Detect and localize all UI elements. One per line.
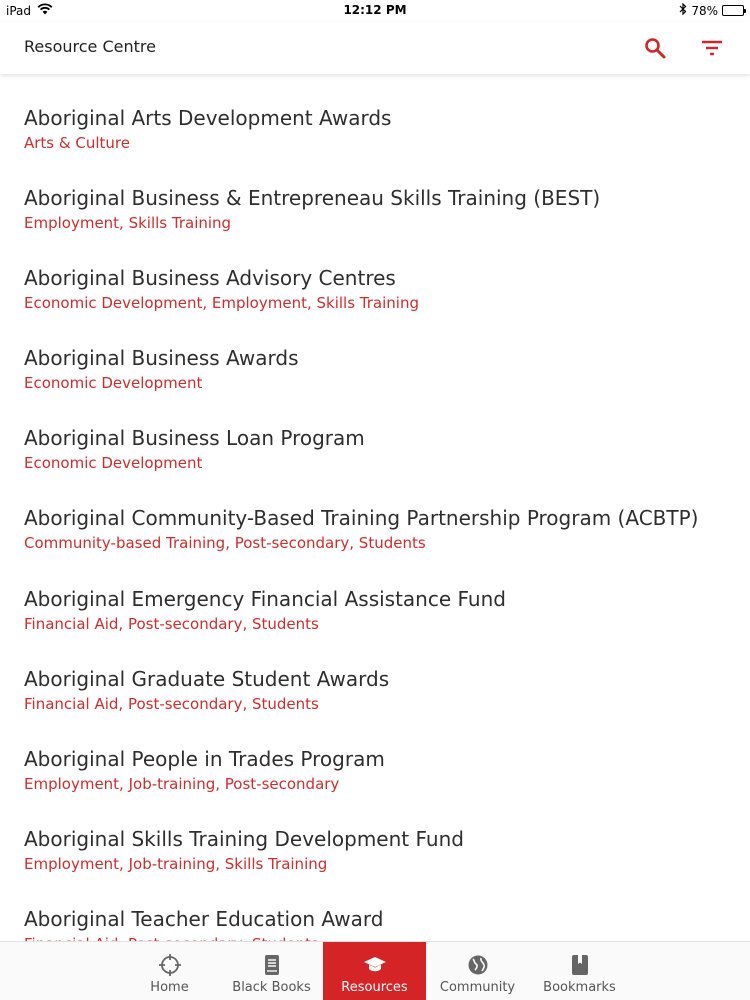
resource-item[interactable]: Aboriginal Business Advisory Centres Econ… — [24, 265, 739, 313]
page-title: Resource Centre — [24, 37, 156, 56]
battery-percent: 78% — [691, 3, 718, 18]
resource-item[interactable]: Aboriginal People in Trades Program Emplo… — [24, 746, 739, 794]
resource-categories: Financial Aid, Post-secondary, Students — [24, 695, 319, 713]
resource-item[interactable]: Aboriginal Teacher Education Award Financ… — [24, 906, 739, 941]
status-time: 12:12 PM — [343, 3, 407, 17]
resource-name: Aboriginal Graduate Student Awards — [24, 667, 390, 691]
tab-resources[interactable]: Resources — [323, 942, 426, 1000]
resource-name: Aboriginal Teacher Education Award — [24, 907, 384, 931]
search-button[interactable] — [641, 34, 669, 62]
tab-community[interactable]: Community — [426, 942, 529, 1000]
tab-label: Community — [439, 980, 516, 995]
resource-list[interactable]: Aboriginal Arts Development Awards Arts &… — [0, 74, 750, 941]
resource-categories: Economic Development, Employment, Skills… — [24, 294, 419, 312]
bluetooth-icon — [679, 2, 687, 18]
resource-item[interactable]: Aboriginal Graduate Student Awards Financ… — [24, 666, 739, 714]
resource-name: Aboriginal Emergency Financial Assistanc… — [24, 587, 506, 611]
book-icon — [260, 953, 284, 977]
resource-name: Aboriginal People in Trades Program — [24, 747, 385, 771]
resource-item[interactable]: Aboriginal Skills Training Development F… — [24, 826, 739, 874]
resource-item[interactable]: Aboriginal Community-Based Training Part… — [24, 505, 739, 553]
globe-icon — [466, 953, 490, 977]
resource-categories: Community-based Training, Post-secondary… — [24, 534, 426, 552]
resource-name: Aboriginal Skills Training Development F… — [24, 827, 464, 851]
graduation-cap-icon — [363, 953, 387, 977]
resource-item[interactable]: Aboriginal Emergency Financial Assistanc… — [24, 586, 739, 634]
resource-name: Aboriginal Business Advisory Centres — [24, 266, 396, 290]
resource-name: Aboriginal Community-Based Training Part… — [24, 506, 699, 530]
app-header: Resource Centre — [0, 22, 750, 74]
resource-categories: Economic Development — [24, 454, 203, 472]
resource-categories: Economic Development — [24, 374, 203, 392]
resource-item[interactable]: Aboriginal Business Awards Economic Devel… — [24, 345, 739, 393]
resource-categories: Employment, Skills Training — [24, 214, 232, 232]
tab-label: Bookmarks — [543, 980, 616, 995]
resource-name: Aboriginal Arts Development Awards — [24, 106, 392, 130]
resource-name: Aboriginal Business Awards — [24, 346, 299, 370]
filter-icon — [702, 40, 722, 56]
resource-categories: Employment, Job-training, Post-secondary — [24, 775, 340, 793]
resource-name: Aboriginal Business Loan Program — [24, 426, 365, 450]
tab-black-books[interactable]: Black Books — [220, 942, 323, 1000]
resource-categories: Financial Aid, Post-secondary, Students — [24, 615, 319, 633]
resource-item[interactable]: Aboriginal Arts Development Awards Arts &… — [24, 105, 739, 153]
battery-icon — [722, 5, 746, 16]
resource-name: Aboriginal Business & Entrepreneau Skill… — [24, 186, 601, 210]
resource-categories: Financial Aid, Post-secondary, Students — [24, 934, 739, 941]
status-bar: iPad 12:12 PM 78% — [0, 0, 750, 22]
filter-button[interactable] — [698, 34, 726, 62]
resource-item[interactable]: Aboriginal Business Loan Program Economic… — [24, 425, 739, 473]
search-icon — [645, 38, 666, 59]
resource-categories: Arts & Culture — [24, 134, 130, 152]
crosshair-icon — [158, 953, 182, 977]
resource-categories: Employment, Job-training, Skills Trainin… — [24, 855, 328, 873]
bookmark-icon — [568, 953, 592, 977]
tab-label: Black Books — [232, 980, 311, 995]
tab-home[interactable]: Home — [118, 942, 221, 1000]
tab-bookmarks[interactable]: Bookmarks — [528, 942, 631, 1000]
tab-label: Resources — [341, 980, 408, 995]
tab-bar: Home Black Books Resources Community Bookmar… — [0, 941, 750, 1000]
resource-item[interactable]: Aboriginal Business & Entrepreneau Skill… — [24, 185, 739, 233]
tab-label: Home — [150, 980, 189, 995]
